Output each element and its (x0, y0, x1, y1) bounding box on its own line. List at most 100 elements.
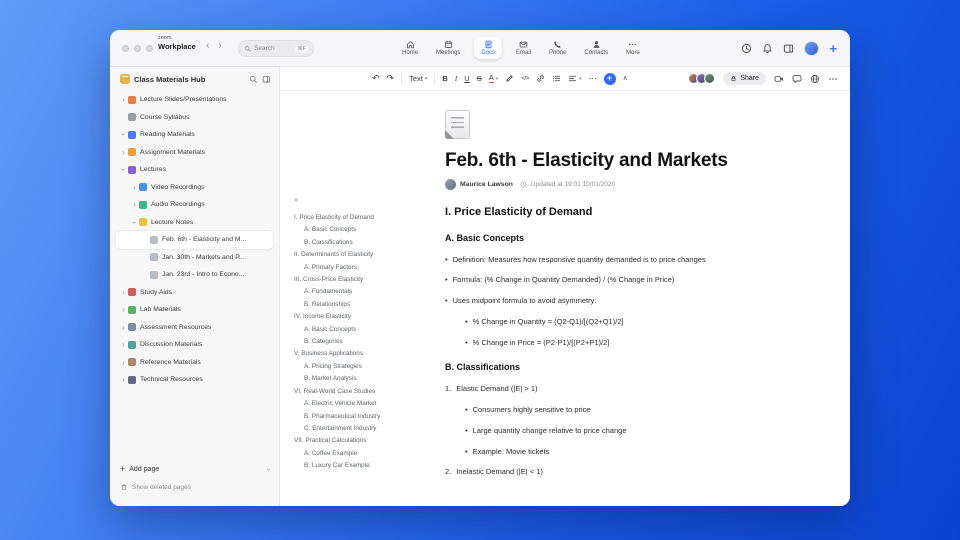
share-button[interactable]: Share (723, 72, 766, 85)
text-color-button[interactable]: A ▾ (488, 74, 498, 83)
tab-home[interactable]: Home (398, 37, 422, 60)
chevron-right-icon[interactable]: › (119, 288, 128, 297)
italic-button[interactable]: I (455, 75, 458, 83)
video-call-button[interactable] (774, 74, 784, 84)
minimize-button[interactable] (134, 45, 141, 52)
outline-item[interactable]: A. Coffee Example (294, 448, 412, 460)
sidebar-item[interactable]: › Study Aids (116, 284, 273, 302)
doc-numbered-item[interactable]: 2. Inelastic Demand (|E| < 1) (445, 467, 780, 476)
sidebar-collapse-icon[interactable] (262, 75, 271, 84)
outline-item[interactable]: V. Business Applications (294, 348, 412, 360)
sidebar-item[interactable]: › Assessment Resources (116, 319, 273, 337)
highlight-button[interactable] (505, 74, 514, 83)
sidebar-item[interactable]: › Lab Materials (116, 301, 273, 319)
chevron-right-icon[interactable]: › (119, 95, 128, 104)
comments-button[interactable] (792, 74, 802, 84)
doc-bullet[interactable]: • Definition: Measures how responsive qua… (445, 255, 780, 264)
chevron-right-icon[interactable]: › (119, 340, 128, 349)
doc-bullet[interactable]: • % Change in Quantity = (Q2-Q1)/[(Q2+Q1)… (465, 317, 780, 326)
doc-bullet[interactable]: • Example: Movie tickets (465, 447, 780, 456)
outline-item[interactable]: B. Market Analysis (294, 373, 412, 385)
doc-heading[interactable]: B. Classifications (445, 362, 780, 372)
doc-bullet[interactable]: • % Change in Price = (P2-P1)/[(P2+P1)/2] (465, 338, 780, 347)
doc-bullet[interactable]: • Large quantity change relative to price… (465, 426, 780, 435)
chevron-right-icon[interactable]: › (130, 200, 139, 209)
add-page-button[interactable]: + Add page › (120, 460, 271, 478)
outline-item[interactable]: A. Basic Concepts (294, 224, 412, 236)
sidebar-item[interactable]: › Reference Materials (116, 354, 273, 372)
outline-item[interactable]: A. Fundamentals (294, 286, 412, 298)
back-button[interactable]: ‹ (206, 40, 209, 51)
chevron-down-icon[interactable]: › (264, 468, 271, 470)
more-options-button[interactable] (828, 74, 838, 84)
document-area[interactable]: « I. Price Elasticity of Demand A. Basic … (280, 91, 850, 506)
sidebar-item[interactable]: Course Syllabus (116, 109, 273, 127)
outline-item[interactable]: B. Pharmaceutical Industry (294, 411, 412, 423)
outline-item[interactable]: B. Classifications (294, 237, 412, 249)
chevron-down-icon[interactable]: › (119, 130, 128, 139)
outline-item[interactable]: A. Electric Vehicle Market (294, 398, 412, 410)
sidebar-item[interactable]: › Lectures (116, 161, 273, 179)
link-button[interactable] (536, 74, 545, 83)
chevron-down-icon[interactable]: › (130, 218, 139, 227)
chevron-right-icon[interactable]: › (119, 305, 128, 314)
new-button[interactable]: + (829, 42, 837, 55)
user-avatar[interactable] (804, 40, 820, 56)
redo-button[interactable]: ↷ (387, 74, 395, 83)
doc-heading[interactable]: I. Price Elasticity of Demand (445, 206, 780, 218)
tab-more[interactable]: More (622, 37, 644, 60)
close-button[interactable] (122, 45, 129, 52)
tab-contacts[interactable]: Contacts (580, 37, 612, 60)
sidebar-item[interactable]: › Video Recordings (116, 179, 273, 197)
outline-item[interactable]: A. Basic Concepts (294, 324, 412, 336)
text-style-dropdown[interactable]: Text ▾ (409, 75, 427, 83)
doc-bullet[interactable]: • Formula: (% Change in Quantity Demanded… (445, 275, 780, 284)
outline-collapse-icon[interactable]: « (294, 195, 412, 204)
outline-item[interactable]: VI. Real-World Case Studies (294, 386, 412, 398)
list-button[interactable] (552, 74, 561, 83)
outline-item[interactable]: A. Pricing Strategies (294, 361, 412, 373)
sidebar-item[interactable]: › Assignment Materials (116, 144, 273, 162)
outline-item[interactable]: VII. Practical Calculations (294, 435, 412, 447)
insert-button[interactable]: + (603, 72, 616, 85)
outline-item[interactable]: B. Luxury Car Example (294, 460, 412, 472)
tab-email[interactable]: Email (512, 37, 535, 60)
collaborator-avatar[interactable] (704, 73, 716, 84)
underline-button[interactable]: U (464, 75, 469, 83)
browser-button[interactable] (810, 74, 820, 84)
tab-docs[interactable]: Docs (474, 36, 503, 60)
collapse-toolbar-button[interactable]: ∧ (623, 75, 628, 82)
sidebar-item[interactable]: › Technical Resources (116, 371, 273, 389)
chevron-right-icon[interactable]: › (119, 358, 128, 367)
doc-bullet[interactable]: • Consumers highly sensitive to price (465, 405, 780, 414)
search-input[interactable]: Search ⌘F (238, 40, 314, 57)
outline-item[interactable]: II. Determinants of Elasticity (294, 249, 412, 261)
document-title[interactable]: Feb. 6th - Elasticity and Markets (445, 150, 780, 172)
sidebar-item[interactable]: Jan. 30th - Markets and P... (116, 249, 273, 267)
outline-item[interactable]: B. Relationships (294, 299, 412, 311)
outline-item[interactable]: III. Cross-Price Elasticity (294, 274, 412, 286)
show-deleted-button[interactable]: Show deleted pages (120, 478, 269, 496)
outline-item[interactable]: IV. Income Elasticity (294, 311, 412, 323)
chevron-right-icon[interactable]: › (119, 323, 128, 332)
chevron-right-icon[interactable]: › (119, 148, 128, 157)
notifications-button[interactable] (762, 43, 773, 54)
forward-button[interactable]: › (218, 40, 221, 51)
undo-button[interactable]: ↶ (372, 74, 380, 83)
tab-phone[interactable]: Phone (545, 37, 570, 60)
doc-heading[interactable]: A. Basic Concepts (445, 233, 780, 243)
sidebar-item[interactable]: › Reading Materials (116, 126, 273, 144)
sidebar-item[interactable]: › Lecture Notes (116, 214, 273, 232)
chevron-down-icon[interactable]: › (119, 165, 128, 174)
sidebar-item[interactable]: › Lecture Slides/Presentations (116, 91, 273, 109)
doc-bullet[interactable]: • Uses midpoint formula to avoid asymmetr… (445, 296, 780, 305)
doc-numbered-item[interactable]: 1. Elastic Demand (|E| > 1) (445, 384, 780, 393)
sidebar-search-icon[interactable] (249, 75, 258, 84)
outline-item[interactable]: C. Entertainment Industry (294, 423, 412, 435)
chevron-right-icon[interactable]: › (130, 183, 139, 192)
history-button[interactable] (741, 43, 752, 54)
chevron-right-icon[interactable]: › (119, 375, 128, 384)
sidebar-item[interactable]: Feb. 6th - Elasticity and M... (116, 231, 273, 249)
layout-button[interactable] (783, 43, 794, 54)
bold-button[interactable]: B (442, 75, 447, 83)
